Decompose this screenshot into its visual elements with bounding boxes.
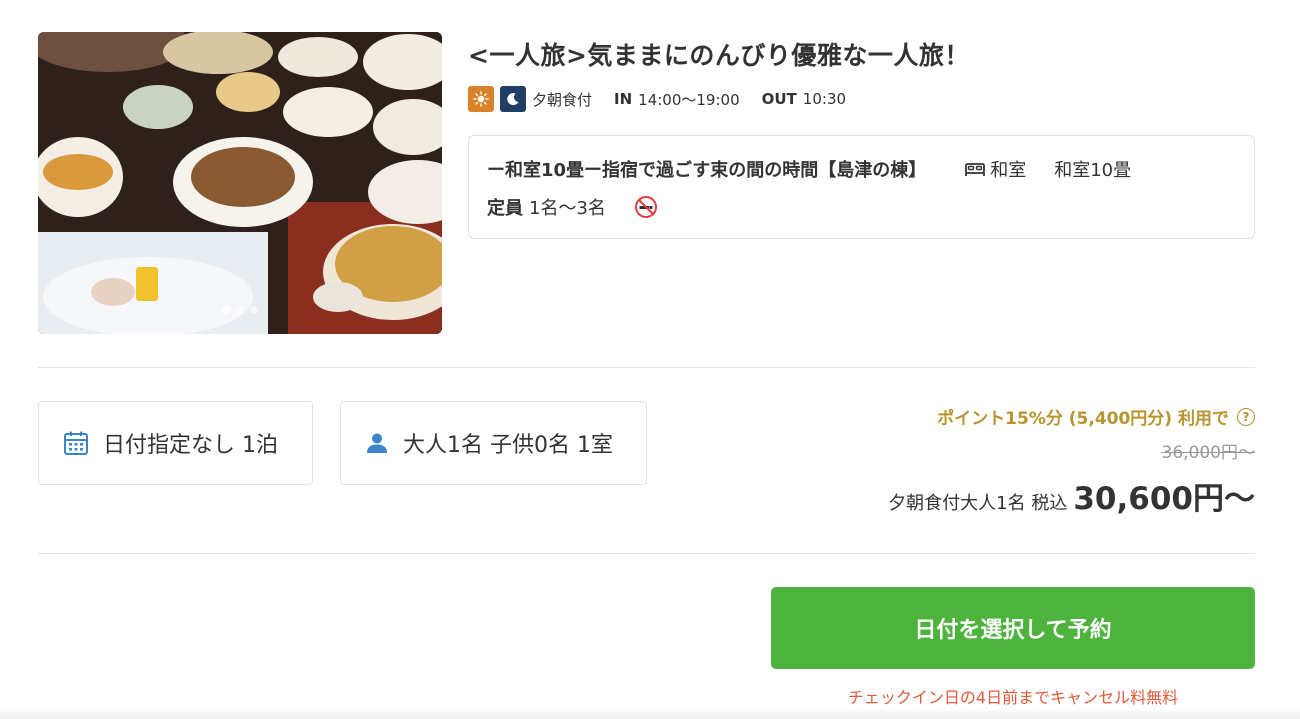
help-icon[interactable]: ? (1237, 407, 1255, 426)
price-line: 夕朝食付大人1名 税込 30,600円〜 (888, 473, 1255, 518)
section-divider (38, 367, 1255, 368)
checkin-key: IN (614, 90, 633, 108)
points-text: ポイント15%分 (5,400円分) 利用で (937, 409, 1229, 429)
bottom-shadow (0, 707, 1300, 719)
room-card[interactable]: ー和室10畳ー指宿で過ごす束の間の時間【島津の棟】 和室 和室10畳 定員 1名… (468, 135, 1255, 239)
checkout-key: OUT (761, 90, 797, 108)
bed-icon (964, 160, 986, 178)
points-info: ポイント15%分 (5,400円分) 利用で ? (937, 404, 1255, 429)
checkin-time: 14:00〜19:00 (638, 90, 740, 109)
cancel-policy-note: チェックイン日の4日前までキャンセル料無料 (847, 688, 1179, 707)
dinner-icon (500, 86, 526, 112)
meal-label: 夕朝食付 (532, 90, 593, 109)
plan-photo[interactable] (38, 32, 442, 334)
original-price: 36,000円〜 (1161, 443, 1255, 463)
carousel-dot[interactable] (222, 306, 230, 314)
food-image (38, 32, 442, 334)
price-amount: 30,600円〜 (1073, 481, 1255, 517)
room-name: ー和室10畳ー指宿で過ごす束の間の時間【島津の棟】 (487, 160, 927, 181)
calendar-icon (63, 430, 89, 456)
price-description: 夕朝食付大人1名 税込 (888, 493, 1068, 514)
section-divider (38, 553, 1255, 554)
breakfast-icon (468, 86, 494, 112)
no-smoking-icon (634, 195, 658, 219)
room-size: 和室10畳 (1054, 160, 1132, 181)
carousel-dot[interactable] (236, 306, 244, 314)
date-picker[interactable]: 日付指定なし 1泊 (38, 401, 313, 485)
guest-picker-label: 大人1名 子供0名 1室 (403, 433, 613, 458)
plan-title: <一人旅>気ままにのんびり優雅な一人旅！ (468, 41, 970, 70)
checkout-time: 10:30 (802, 90, 847, 108)
date-picker-label: 日付指定なし 1泊 (103, 433, 278, 458)
capacity-value: 1名〜3名 (529, 198, 606, 219)
carousel-dots (38, 306, 442, 314)
reserve-button[interactable]: 日付を選択して予約 (771, 587, 1255, 669)
person-icon (365, 431, 389, 455)
capacity-label: 定員 (487, 198, 523, 219)
plan-meta: 夕朝食付 IN 14:00〜19:00 OUT 10:30 (468, 86, 868, 112)
room-type: 和室 (990, 160, 1027, 181)
guest-picker[interactable]: 大人1名 子供0名 1室 (340, 401, 647, 485)
carousel-dot[interactable] (250, 306, 258, 314)
